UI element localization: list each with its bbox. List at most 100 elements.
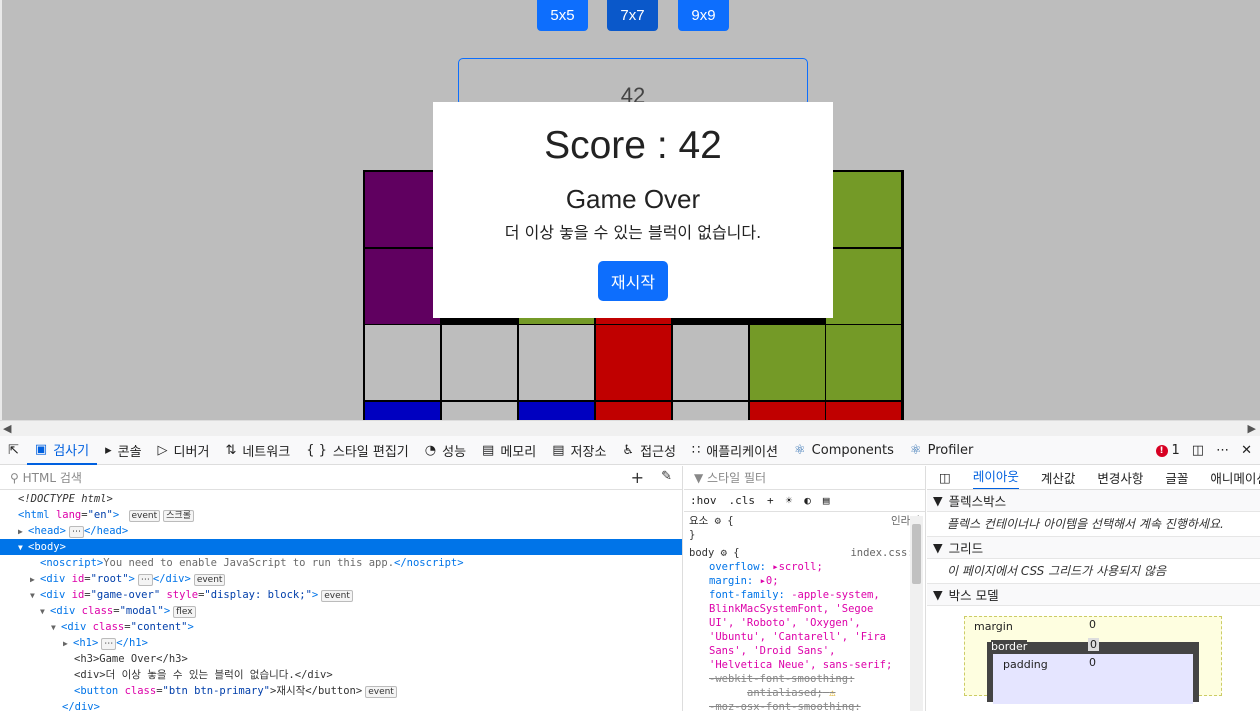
warning-icon[interactable]: ⚠ (829, 687, 835, 699)
tab-inspector[interactable]: ▣ 검사기 (26, 436, 98, 465)
property-value[interactable]: antialiased; (747, 687, 823, 699)
size-7x7-button[interactable]: 7x7 (607, 0, 658, 31)
tab-network[interactable]: ⇅ 네트워크 (217, 436, 298, 465)
board-cell[interactable] (826, 325, 901, 400)
tree-node[interactable]: <div>더 이상 놓을 수 있는 블럭이 없습니다.</div> (0, 667, 682, 683)
board-cell[interactable] (365, 402, 440, 420)
tree-node[interactable]: ▶ <div id="root"> ⋯ </div> event (0, 571, 682, 587)
tab-components[interactable]: ⚛ Components (786, 436, 902, 465)
property-name[interactable]: -moz-osx-font-smoothing: (709, 701, 861, 711)
property-name[interactable]: overflow: (709, 561, 766, 573)
board-cell[interactable] (442, 325, 517, 400)
tab-computed[interactable]: 계산값 (1041, 468, 1076, 487)
scroll-badge[interactable]: 스크롤 (163, 510, 194, 522)
style-filter[interactable]: ▼ 스타일 필터 (684, 466, 925, 490)
flexbox-section-header[interactable]: ▼ 플렉스박스 (927, 490, 1260, 512)
print-icon[interactable]: ▤ (823, 494, 830, 507)
collapse-icon[interactable]: ▼ (51, 620, 61, 636)
board-cell[interactable] (519, 402, 594, 420)
hover-toggle[interactable]: :hov (690, 494, 717, 507)
tab-memory[interactable]: ▤ 메모리 (474, 436, 544, 465)
property-name[interactable]: -webkit-font-smoothing: (709, 673, 854, 685)
more-options-icon[interactable]: ⋯ (1216, 443, 1229, 458)
tab-accessibility[interactable]: ♿ 접근성 (614, 436, 684, 465)
collapse-icon[interactable]: ▼ (18, 540, 28, 556)
board-cell[interactable] (826, 402, 901, 420)
board-cell[interactable] (442, 402, 517, 420)
board-cell[interactable] (826, 249, 901, 324)
tab-profiler[interactable]: ⚛ Profiler (902, 436, 981, 465)
tree-node[interactable]: ▶ <head> ⋯ </head> (0, 523, 682, 539)
toggle-sidebar-icon[interactable]: ◫ (939, 470, 951, 485)
padding-top-value[interactable]: 0 (1089, 656, 1096, 669)
board-cell[interactable] (519, 325, 594, 400)
element-picker-button[interactable]: ⇱ (0, 436, 27, 465)
tree-node[interactable]: ▶ <h1> ⋯ </h1> (0, 635, 682, 651)
error-count-badge[interactable]: ! 1 (1155, 443, 1180, 458)
flex-badge[interactable]: flex (173, 606, 196, 618)
property-value[interactable]: 0; (766, 575, 779, 587)
event-badge[interactable]: event (321, 590, 353, 602)
html-search[interactable]: ⚲ HTML 검색 + ✎ (0, 466, 682, 490)
board-cell[interactable] (596, 325, 671, 400)
add-node-icon[interactable]: + (631, 468, 644, 487)
board-cell[interactable] (365, 249, 440, 324)
event-badge[interactable]: event (128, 510, 161, 522)
horizontal-scrollbar[interactable]: ◀ ▶ (0, 420, 1260, 436)
tab-style-editor[interactable]: { } 스타일 편집기 (298, 436, 417, 465)
gear-icon[interactable]: ⚙ (715, 515, 721, 527)
event-badge[interactable]: event (365, 686, 397, 698)
gear-icon[interactable]: ⚙ (721, 547, 727, 559)
size-5x5-button[interactable]: 5x5 (537, 0, 588, 31)
expand-icon[interactable]: ▶ (63, 636, 73, 652)
size-9x9-button[interactable]: 9x9 (678, 0, 729, 31)
rules-scrollbar[interactable] (910, 516, 923, 711)
tree-node[interactable]: </div> (0, 699, 682, 711)
tree-node[interactable]: <h3>Game Over</h3> (0, 651, 682, 667)
property-name[interactable]: font-family: (709, 589, 785, 601)
board-cell[interactable] (596, 402, 671, 420)
boxmodel-section-header[interactable]: ▼ 박스 모델 (927, 584, 1260, 606)
tree-node[interactable]: <html lang="en"> event 스크롤 (0, 507, 682, 523)
property-name[interactable]: margin: (709, 575, 753, 587)
eyedropper-icon[interactable]: ✎ (661, 469, 672, 484)
tree-node-selected[interactable]: ▼ <body> (0, 539, 682, 555)
board-cell[interactable] (365, 172, 440, 247)
board-cell[interactable] (750, 325, 825, 400)
grid-section-header[interactable]: ▼ 그리드 (927, 537, 1260, 559)
board-cell[interactable] (826, 172, 901, 247)
restart-button[interactable]: 재시작 (597, 261, 669, 301)
light-mode-icon[interactable]: ☀ (786, 494, 793, 507)
margin-top-value[interactable]: 0 (1089, 618, 1096, 631)
add-rule-icon[interactable]: + (767, 494, 774, 507)
scroll-right-icon[interactable]: ▶ (1248, 422, 1256, 435)
style-filter-input[interactable]: 스타일 필터 (707, 469, 766, 486)
border-top-value[interactable]: 0 (1088, 638, 1099, 651)
tab-application[interactable]: ∷ 애플리케이션 (684, 436, 786, 465)
expand-icon[interactable]: ▶ (18, 524, 28, 540)
event-badge[interactable]: event (193, 574, 226, 586)
close-icon[interactable]: ✕ (1241, 443, 1252, 458)
property-value[interactable]: scroll; (779, 561, 823, 573)
tab-changes[interactable]: 변경사항 (1097, 468, 1143, 487)
tab-debugger[interactable]: ▷ 디버거 (150, 436, 218, 465)
tree-node[interactable]: ▼ <div class="content"> (0, 619, 682, 635)
board-cell[interactable] (365, 325, 440, 400)
tab-fonts[interactable]: 글꼴 (1165, 468, 1188, 487)
dock-icon[interactable]: ◫ (1192, 443, 1204, 458)
tree-node[interactable]: ▼ <div class="modal"> flex (0, 603, 682, 619)
tree-node[interactable]: <noscript>You need to enable JavaScript … (0, 555, 682, 571)
tab-animations[interactable]: 애니메이션 (1210, 468, 1260, 487)
expand-icon[interactable]: ▶ (30, 572, 40, 588)
property-value[interactable]: -apple-system, BlinkMacSystemFont, 'Sego… (709, 589, 892, 671)
tree-node[interactable]: <!DOCTYPE html> (0, 491, 682, 507)
html-search-input[interactable]: HTML 검색 (23, 469, 82, 486)
tree-node[interactable]: ▼ <div id="game-over" style="display: blo… (0, 587, 682, 603)
dark-mode-icon[interactable]: ◐ (804, 494, 811, 507)
collapse-icon[interactable]: ▼ (40, 604, 50, 620)
scroll-left-icon[interactable]: ◀ (3, 422, 11, 435)
tab-console[interactable]: ▸ 콘솔 (97, 436, 149, 465)
class-toggle[interactable]: .cls (729, 494, 756, 507)
tree-node[interactable]: <button class="btn btn-primary">재시작</but… (0, 683, 682, 699)
collapse-icon[interactable]: ▼ (30, 588, 40, 604)
